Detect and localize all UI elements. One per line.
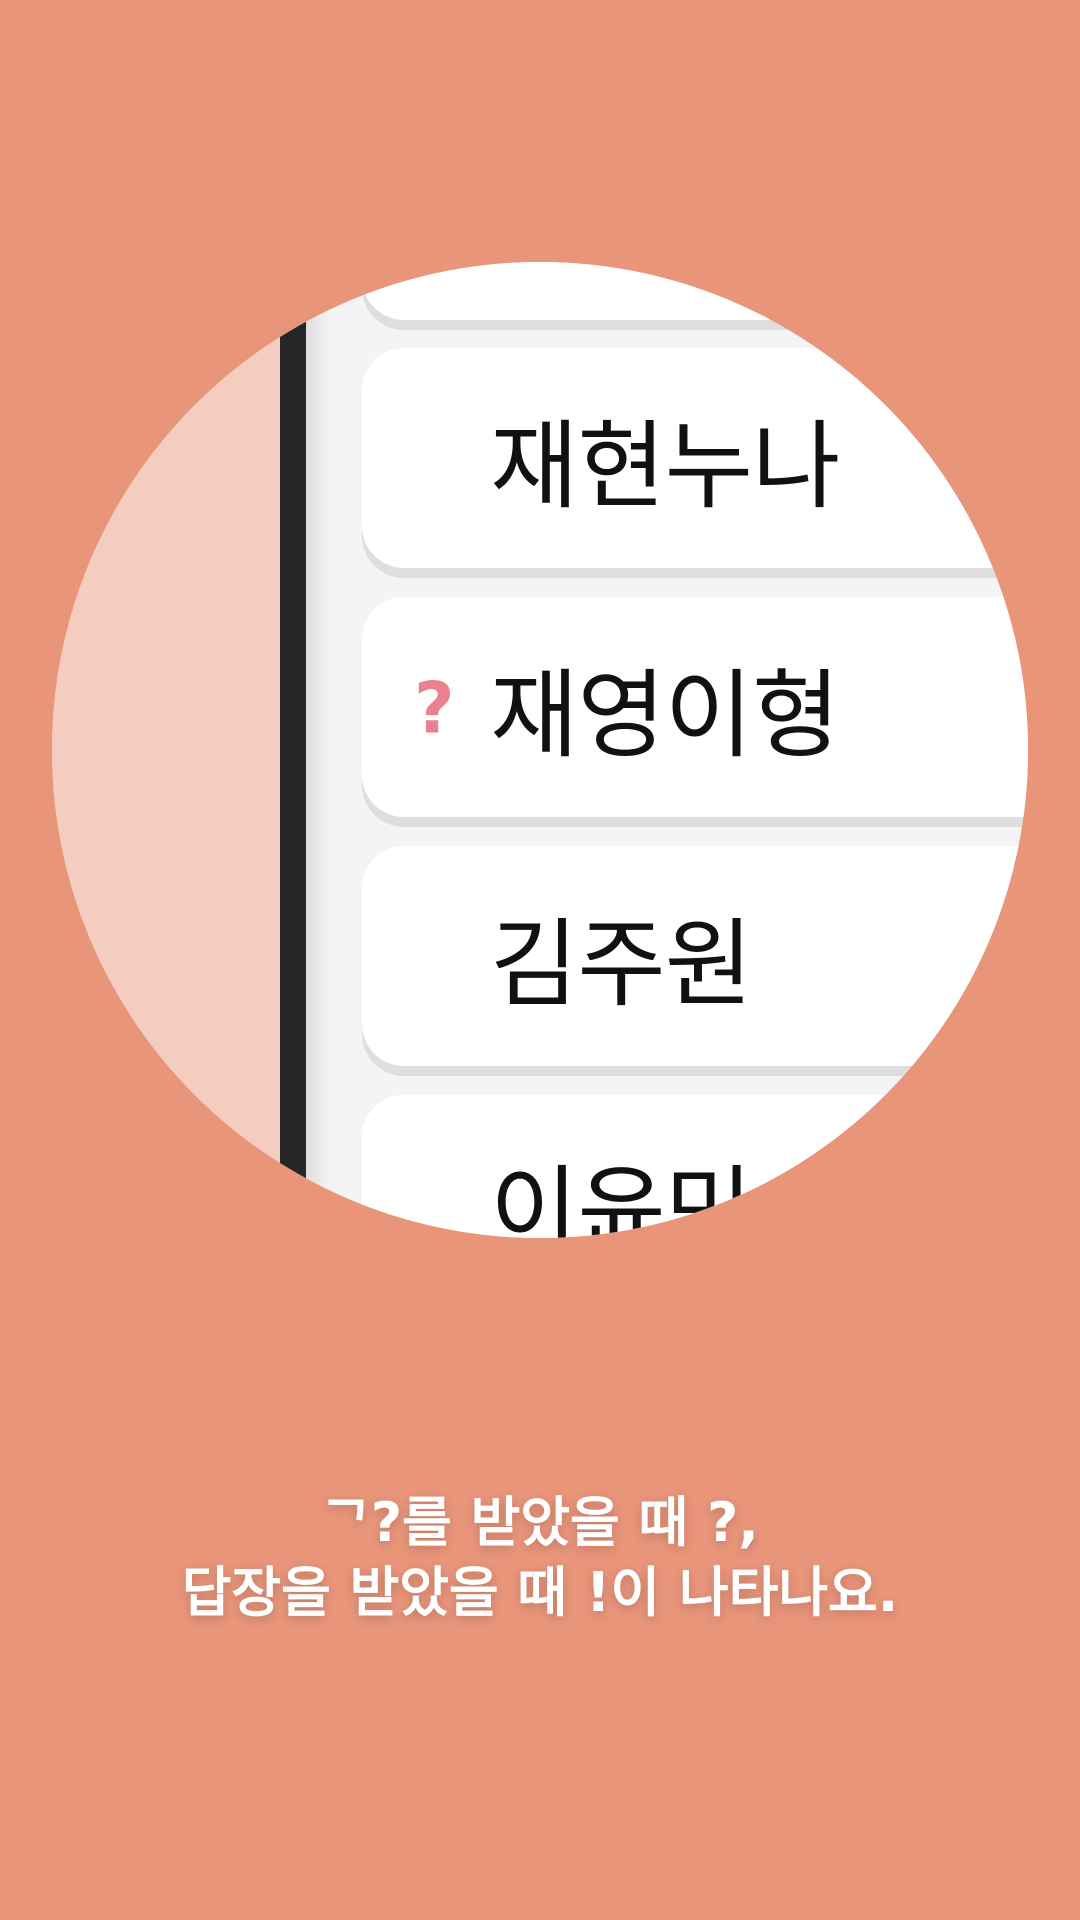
question-mark-icon: ? [414, 667, 455, 750]
sidebar-divider [280, 262, 306, 1238]
magnifier-lens: 재현누나 ? 재영이형 김주원 이윤민 [52, 262, 1028, 1238]
list-item-partial[interactable] [362, 262, 1028, 320]
list-item[interactable]: 이윤민 [362, 1095, 1028, 1238]
screen: 재현누나 ? 재영이형 김주원 이윤민 ᄀ?를 받았을 때 ?, 답장을 받았을… [0, 0, 1080, 1920]
list-item[interactable]: 재현누나 [362, 348, 1028, 568]
contact-name: 재현누나 [490, 410, 840, 523]
list-item[interactable]: ? 재영이형 [362, 597, 1028, 817]
zoomed-content: 재현누나 ? 재영이형 김주원 이윤민 [52, 262, 1028, 1238]
contact-name: 재영이형 [490, 659, 840, 772]
feature-caption: ᄀ?를 받았을 때 ?, 답장을 받았을 때 !이 나타나요. [0, 1488, 1080, 1628]
caption-line-1: ᄀ?를 받았을 때 ?, [321, 1491, 759, 1554]
list-item[interactable]: 김주원 [362, 846, 1028, 1066]
contact-name: 김주원 [490, 908, 753, 1021]
caption-line-2: 답장을 받았을 때 !이 나타나요. [181, 1561, 899, 1624]
contact-name: 이윤민 [490, 1155, 753, 1239]
left-panel [52, 262, 280, 1238]
